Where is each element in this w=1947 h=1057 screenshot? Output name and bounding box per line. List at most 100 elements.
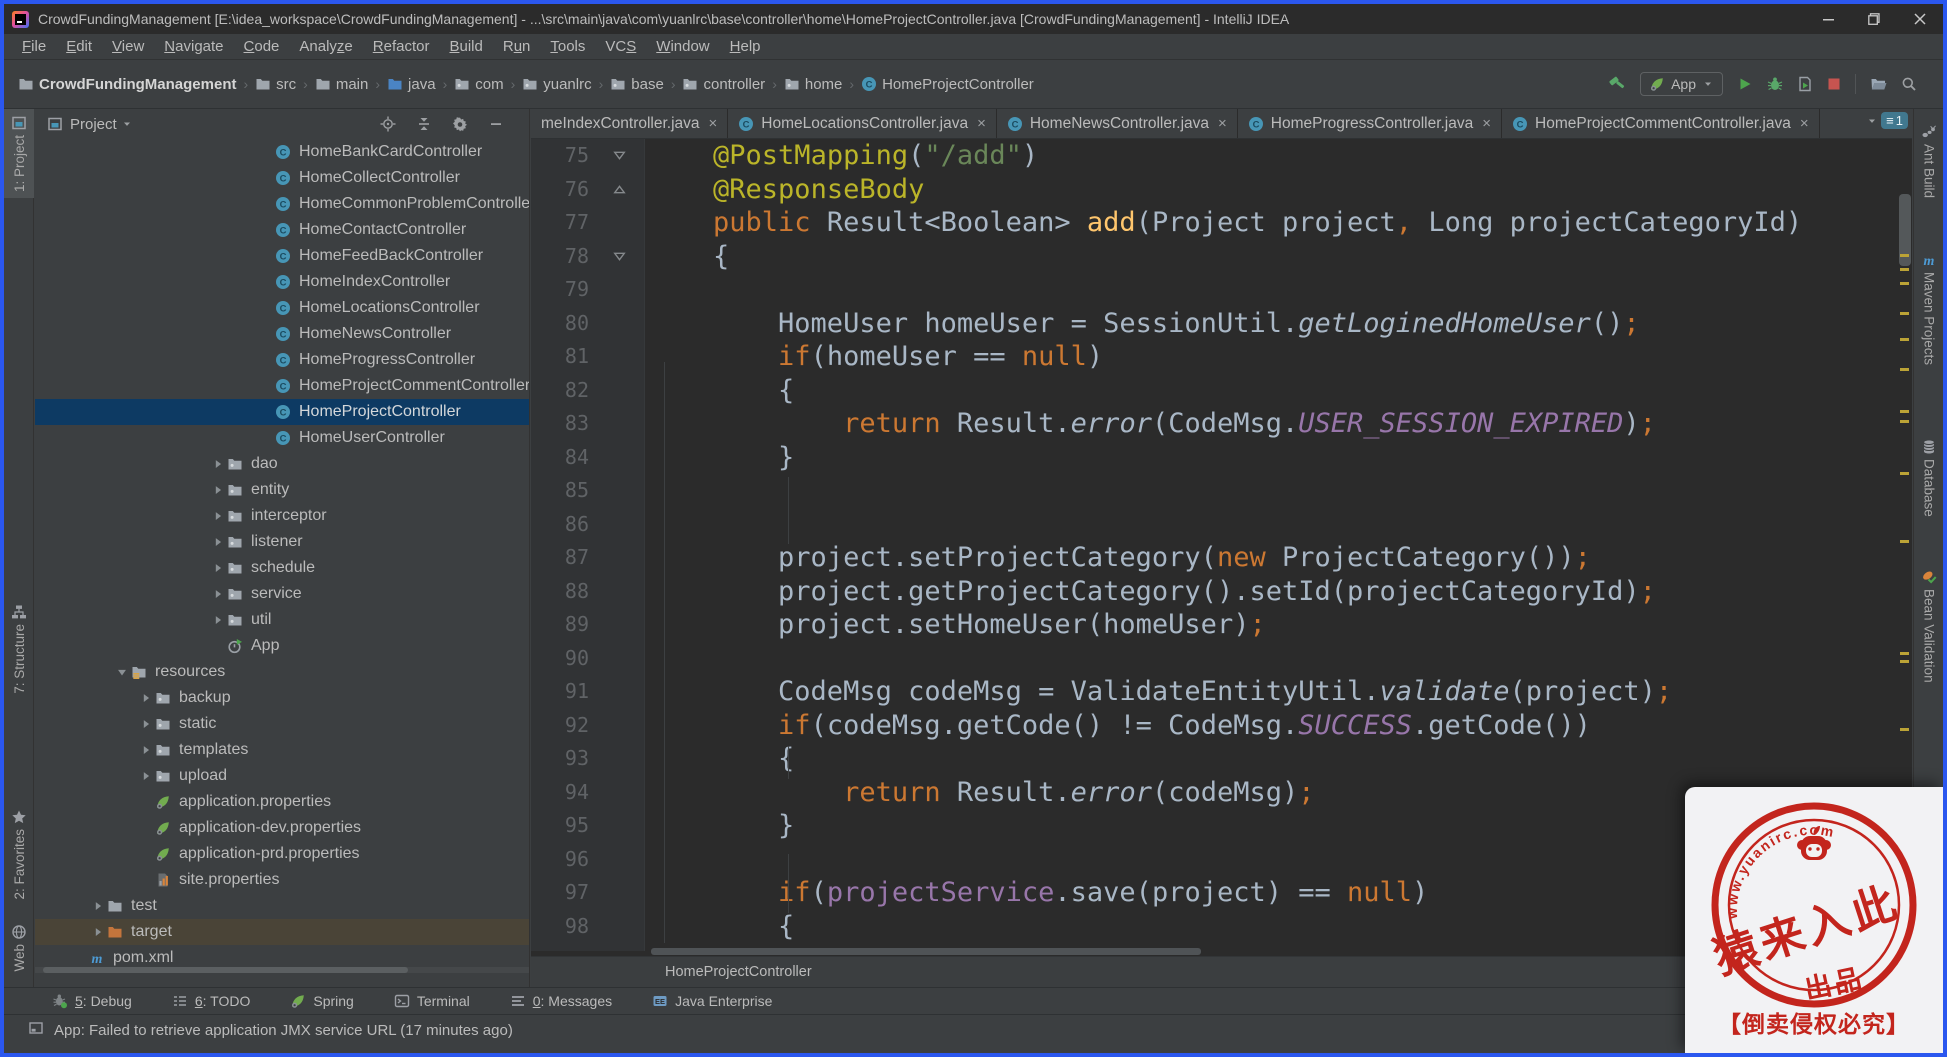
menu-item-vcs[interactable]: VCS: [595, 38, 646, 55]
chevron-right-icon[interactable]: [137, 717, 155, 731]
chevron-right-icon[interactable]: [209, 587, 227, 601]
tree-item[interactable]: App: [35, 633, 529, 659]
build-hammer-icon[interactable]: [1608, 75, 1626, 93]
project-tree-hscrollbar[interactable]: [35, 967, 529, 973]
editor-tab[interactable]: meIndexController.java ×: [531, 109, 729, 138]
breadcrumb-item[interactable]: controller: [682, 76, 765, 93]
breadcrumb-item[interactable]: java: [387, 76, 436, 93]
project-panel-title[interactable]: Project: [70, 116, 117, 133]
tree-item[interactable]: site.properties: [35, 867, 529, 893]
chevron-right-icon[interactable]: [137, 691, 155, 705]
chevron-right-icon[interactable]: [89, 925, 107, 939]
tree-item[interactable]: C HomeContactController: [35, 217, 529, 243]
toolwindow-button-spring[interactable]: Spring: [290, 993, 354, 1009]
tree-item[interactable]: application-dev.properties: [35, 815, 529, 841]
editor-tab[interactable]: C HomeLocationsController.java ×: [728, 109, 997, 138]
menu-item-code[interactable]: Code: [234, 38, 290, 55]
debug-button-icon[interactable]: [1767, 76, 1783, 92]
menu-item-build[interactable]: Build: [439, 38, 492, 55]
tool-stripe-maven-projects[interactable]: m Maven Projects: [1914, 252, 1943, 365]
menu-item-navigate[interactable]: Navigate: [154, 38, 233, 55]
chevron-right-icon[interactable]: [209, 509, 227, 523]
tree-item[interactable]: schedule: [35, 555, 529, 581]
tree-item[interactable]: C HomeProgressController: [35, 347, 529, 373]
hidden-tabs-button[interactable]: ≡ 1: [1866, 112, 1908, 129]
project-structure-icon[interactable]: [1870, 76, 1887, 92]
tree-item-selected[interactable]: C HomeProjectController: [35, 399, 529, 425]
maximize-button[interactable]: [1851, 4, 1897, 34]
tree-item[interactable]: upload: [35, 763, 529, 789]
tree-item[interactable]: templates: [35, 737, 529, 763]
tree-item[interactable]: C HomeIndexController: [35, 269, 529, 295]
breadcrumb-item[interactable]: com: [454, 76, 504, 93]
tree-item[interactable]: C HomeCollectController: [35, 165, 529, 191]
tool-stripe-database[interactable]: Database: [1914, 439, 1943, 517]
tree-item[interactable]: C HomeCommonProblemController: [35, 191, 529, 217]
menu-item-analyze[interactable]: Analyze: [289, 38, 362, 55]
tree-item[interactable]: C HomeProjectCommentController: [35, 373, 529, 399]
tree-item[interactable]: C HomeUserController: [35, 425, 529, 451]
menu-item-file[interactable]: File: [12, 38, 56, 55]
tab-close-icon[interactable]: ×: [1218, 115, 1227, 132]
tree-item[interactable]: C HomeLocationsController: [35, 295, 529, 321]
tree-item[interactable]: listener: [35, 529, 529, 555]
chevron-right-icon[interactable]: [209, 561, 227, 575]
coverage-button-icon[interactable]: [1797, 76, 1813, 92]
tab-close-icon[interactable]: ×: [709, 115, 718, 132]
breadcrumb-item[interactable]: main: [315, 76, 368, 93]
chevron-right-icon[interactable]: [137, 743, 155, 757]
tree-item[interactable]: test: [35, 893, 529, 919]
menu-item-run[interactable]: Run: [493, 38, 541, 55]
chevron-right-icon[interactable]: [209, 535, 227, 549]
settings-gear-icon[interactable]: [452, 116, 468, 132]
breadcrumb-item[interactable]: CrowdFundingManagement: [18, 76, 237, 93]
chevron-right-icon[interactable]: [89, 899, 107, 913]
collapse-all-icon[interactable]: [416, 116, 432, 132]
tree-item[interactable]: dao: [35, 451, 529, 477]
breadcrumb-item[interactable]: src: [255, 76, 296, 93]
breadcrumb-item[interactable]: yuanlrc: [522, 76, 592, 93]
tree-item[interactable]: util: [35, 607, 529, 633]
menu-item-tools[interactable]: Tools: [540, 38, 595, 55]
tree-item[interactable]: target: [35, 919, 529, 945]
tree-item[interactable]: C HomeFeedBackController: [35, 243, 529, 269]
breadcrumb-item[interactable]: C HomeProjectController: [861, 76, 1034, 93]
breadcrumb-item[interactable]: base: [610, 76, 664, 93]
chevron-right-icon[interactable]: [209, 613, 227, 627]
chevron-down-icon[interactable]: [121, 118, 133, 130]
menu-item-help[interactable]: Help: [720, 38, 771, 55]
tab-close-icon[interactable]: ×: [1800, 115, 1809, 132]
locate-file-icon[interactable]: [380, 116, 396, 132]
stop-button-icon[interactable]: [1827, 77, 1841, 91]
search-everywhere-icon[interactable]: [1901, 76, 1917, 92]
editor-hscrollbar-thumb[interactable]: [651, 948, 1201, 955]
tool-stripe-ant-build[interactable]: Ant Build: [1914, 124, 1943, 198]
fold-up-icon[interactable]: [593, 173, 645, 207]
tree-item[interactable]: application-prd.properties: [35, 841, 529, 867]
close-button[interactable]: [1897, 4, 1943, 34]
tool-stripe--favorites[interactable]: 2: Favorites: [4, 809, 34, 900]
editor-breadcrumb-item[interactable]: HomeProjectController: [665, 964, 812, 980]
menu-item-edit[interactable]: Edit: [56, 38, 102, 55]
menu-item-view[interactable]: View: [102, 38, 154, 55]
tree-item[interactable]: application.properties: [35, 789, 529, 815]
tree-item[interactable]: C HomeBankCardController: [35, 139, 529, 165]
hide-panel-icon[interactable]: [488, 116, 504, 132]
run-configuration-select[interactable]: App: [1640, 72, 1723, 96]
tool-stripe-bean-validation[interactable]: Bean Validation: [1914, 569, 1943, 683]
tool-stripe-web[interactable]: Web: [4, 924, 34, 972]
tab-close-icon[interactable]: ×: [1482, 115, 1491, 132]
toolwindow-button-java-enterprise[interactable]: EE Java Enterprise: [652, 993, 772, 1009]
fold-down-icon[interactable]: [593, 139, 645, 173]
scrollbar-thumb[interactable]: [43, 967, 408, 973]
tree-item[interactable]: resources: [35, 659, 529, 685]
tool-stripe--structure[interactable]: 7: Structure: [4, 604, 34, 694]
run-button-icon[interactable]: [1737, 76, 1753, 92]
editor-tab[interactable]: C HomeProjectCommentController.java ×: [1502, 109, 1820, 138]
tree-item[interactable]: C HomeNewsController: [35, 321, 529, 347]
chevron-down-icon[interactable]: [113, 665, 131, 679]
toolwindow-button--todo[interactable]: 6: TODO: [172, 993, 250, 1009]
minimize-button[interactable]: [1805, 4, 1851, 34]
editor-tab[interactable]: C HomeNewsController.java ×: [997, 109, 1238, 138]
chevron-right-icon[interactable]: [209, 483, 227, 497]
